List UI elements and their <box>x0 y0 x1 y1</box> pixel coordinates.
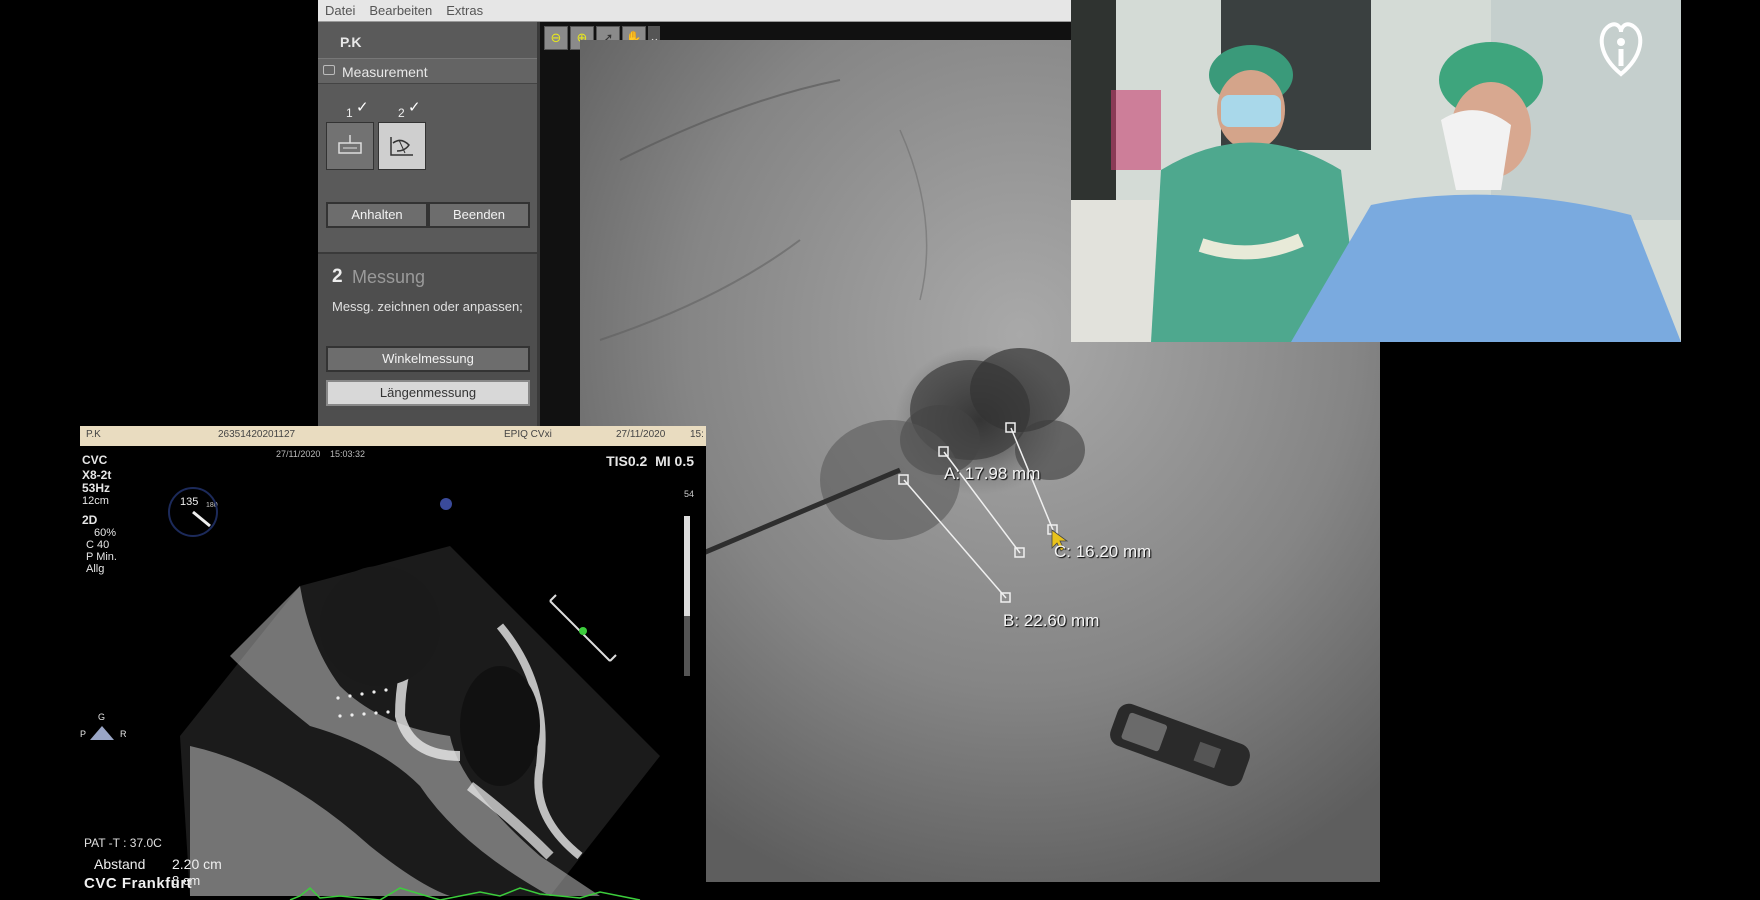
menu-extras[interactable]: Extras <box>439 0 490 22</box>
menu-bar: Datei Bearbeiten Extras <box>318 0 1072 22</box>
echo-image-svg <box>90 487 690 900</box>
step-1-number: 1 <box>346 106 353 120</box>
abstand-label: Abstand <box>94 856 146 872</box>
probe-angle-needle <box>192 510 211 528</box>
step-2-check-icon: ✓ <box>408 99 421 116</box>
surgeon-video <box>1071 0 1681 342</box>
cvc-logo <box>1591 16 1651 89</box>
step-panel-title: Messung <box>352 267 426 287</box>
measurement-section-header[interactable]: Measurement <box>318 58 537 84</box>
beenden-button[interactable]: Beenden <box>428 202 530 228</box>
measure-vessel-icon <box>390 137 413 156</box>
folder-icon <box>323 65 335 75</box>
anhalten-button[interactable]: Anhalten <box>326 202 428 228</box>
measure-tool-button[interactable] <box>378 122 426 170</box>
orient-left: P <box>80 729 87 739</box>
abstand-value: 2.20 cm <box>172 856 222 872</box>
patient-temperature: PAT -T : 37.0C <box>84 836 162 850</box>
zoom-out-icon[interactable]: ⊖ <box>544 26 568 50</box>
orient-top: G <box>98 712 106 722</box>
patient-name: P.K <box>340 34 362 50</box>
calibration-tool-button[interactable] <box>326 122 374 170</box>
section-title: Measurement <box>342 64 428 80</box>
orient-right: R <box>120 729 127 739</box>
watermark: CVC Frankfurt <box>84 875 193 892</box>
step-panel-number: 2 <box>332 266 343 287</box>
echo-ultrasound: P.K 26351420201127 EPIQ CVxi 27/11/2020 … <box>80 426 706 900</box>
menu-datei[interactable]: Datei <box>318 0 362 22</box>
logo-heart-icon <box>1599 22 1643 77</box>
step-1-check-icon: ✓ <box>356 99 369 116</box>
winkelmessung-button[interactable]: Winkelmessung <box>326 346 530 372</box>
measurement-a-label: A: 17.98 mm <box>944 464 1041 483</box>
video-scene <box>1071 0 1681 342</box>
measurement-b-label: B: 22.60 mm <box>1003 611 1100 630</box>
laengenmessung-button[interactable]: Längenmessung <box>326 380 530 406</box>
menu-bearbeiten[interactable]: Bearbeiten <box>362 0 439 22</box>
calibration-icon <box>338 135 362 154</box>
step-panel-description: Messg. zeichnen oder anpassen; <box>332 299 523 314</box>
side-panel: P.K Measurement 1 ✓ 2 ✓ Anhalten Beenden <box>318 22 540 430</box>
step-panel: 2 Messung Messg. zeichnen oder anpassen;… <box>318 252 537 430</box>
measurement-c-label: C: 16.20 mm <box>1054 542 1152 561</box>
step-2-number: 2 <box>398 106 405 120</box>
